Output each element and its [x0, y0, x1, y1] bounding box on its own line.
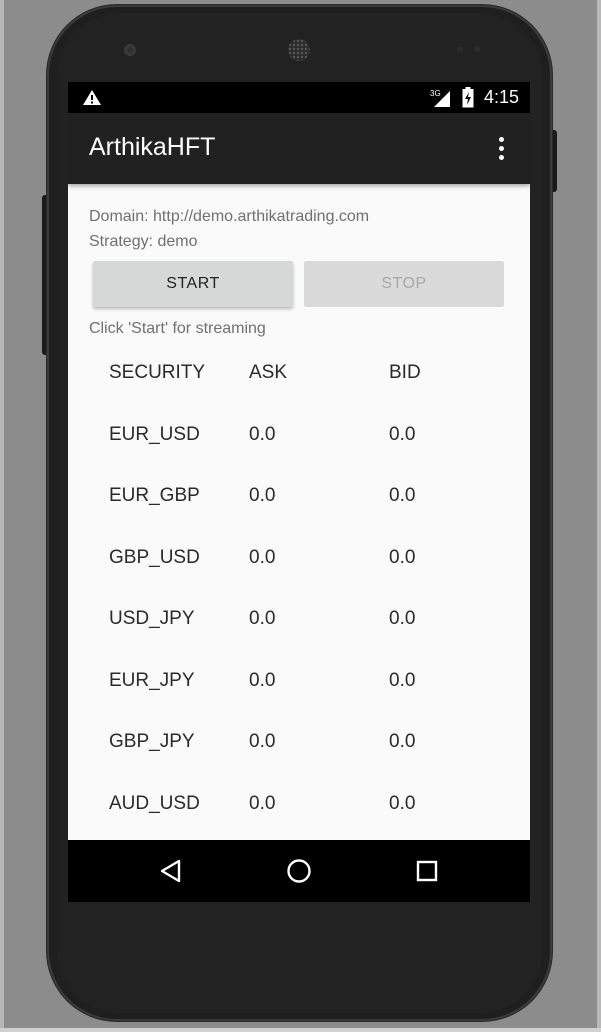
security-cell: GBP_JPY [109, 731, 195, 752]
bid-cell: 0.0 [389, 792, 416, 814]
bid-cell: 0.0 [389, 485, 416, 506]
window-edge-bottom [0, 1028, 601, 1032]
table-row: EUR_GBP 0.0 0.0 [109, 475, 509, 537]
security-cell: EUR_JPY [109, 669, 195, 691]
cell-signal-icon: 3G [430, 89, 450, 107]
table-row: AUD_USD 0.0 0.0 [109, 783, 509, 845]
app-bar: ArthikaHFT [68, 113, 530, 184]
security-cell: AUD_USD [109, 792, 200, 814]
earpiece-speaker [288, 39, 310, 61]
stop-button[interactable]: STOP [304, 261, 504, 307]
security-cell: EUR_USD [109, 423, 200, 445]
more-vert-icon[interactable] [488, 133, 516, 165]
ask-cell: 0.0 [249, 546, 276, 568]
status-bar: 3G 4:15 [68, 82, 530, 113]
bid-cell: 0.0 [389, 731, 416, 752]
recents-square-icon[interactable] [411, 855, 443, 887]
ask-cell: 0.0 [249, 485, 276, 506]
strategy-text: Strategy: demo [89, 233, 198, 250]
column-header-security: SECURITY [109, 362, 206, 383]
proximity-sensor [457, 46, 463, 52]
table-header-row: SECURITY ASK BID [109, 352, 509, 414]
bid-cell: 0.0 [389, 423, 416, 445]
security-cell: USD_JPY [109, 608, 195, 629]
home-circle-icon[interactable] [283, 855, 315, 887]
window-edge-left [0, 0, 4, 1032]
start-button[interactable]: START [93, 261, 293, 307]
security-cell: EUR_GBP [109, 485, 200, 506]
bid-cell: 0.0 [389, 669, 416, 691]
table-row: GBP_USD 0.0 0.0 [109, 537, 509, 599]
status-clock: 4:15 [484, 87, 520, 107]
table-row: EUR_USD 0.0 0.0 [109, 414, 509, 476]
ask-cell: 0.0 [249, 792, 276, 814]
battery-icon [462, 87, 474, 108]
navigation-bar [68, 840, 530, 902]
bid-cell: 0.0 [389, 546, 416, 568]
column-header-bid: BID [389, 362, 421, 383]
streaming-hint: Click 'Start' for streaming [89, 320, 266, 337]
ask-cell: 0.0 [249, 669, 276, 691]
table-row: GBP_JPY 0.0 0.0 [109, 721, 509, 783]
light-sensor [474, 46, 480, 52]
table-row: EUR_JPY 0.0 0.0 [109, 660, 509, 722]
device-screen: 3G 4:15 ArthikaHFT Domain: http://demo.a… [68, 82, 530, 902]
emulator-stage: 3G 4:15 ArthikaHFT Domain: http://demo.a… [0, 0, 601, 1032]
window-edge-right [597, 0, 601, 1032]
price-table: SECURITY ASK BID EUR_USD 0.0 0.0 EUR_GBP… [109, 352, 509, 844]
network-type-label: 3G [430, 89, 441, 98]
bid-cell: 0.0 [389, 608, 416, 629]
domain-text: Domain: http://demo.arthikatrading.com [89, 208, 370, 225]
warning-icon [83, 90, 101, 105]
security-cell: GBP_USD [109, 546, 200, 568]
ask-cell: 0.0 [249, 608, 276, 629]
ask-cell: 0.0 [249, 731, 276, 752]
table-row: USD_JPY 0.0 0.0 [109, 598, 509, 660]
main-content: Domain: http://demo.arthikatrading.com S… [68, 184, 530, 840]
ask-cell: 0.0 [249, 423, 276, 445]
back-triangle-icon[interactable] [155, 855, 187, 887]
app-title: ArthikaHFT [89, 133, 216, 161]
front-camera [124, 44, 136, 56]
column-header-ask: ASK [249, 362, 288, 383]
